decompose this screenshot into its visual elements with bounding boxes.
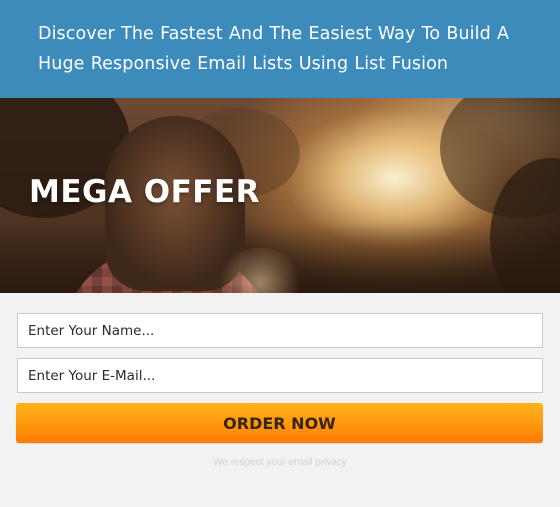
order-now-button[interactable]: ORDER NOW (16, 403, 543, 443)
privacy-notice: We respect your email privacy (213, 457, 347, 468)
name-input[interactable] (17, 313, 543, 348)
email-input[interactable] (17, 358, 543, 393)
offer-title: MEGA OFFER (29, 174, 261, 210)
headline: Discover The Fastest And The Easiest Way… (38, 24, 510, 74)
optin-form-widget: Discover The Fastest And The Easiest Way… (0, 0, 560, 507)
hero-image: MEGA OFFER (0, 98, 560, 293)
header-banner: Discover The Fastest And The Easiest Way… (0, 0, 560, 98)
signup-form: ORDER NOW We respect your email privacy (0, 293, 560, 468)
